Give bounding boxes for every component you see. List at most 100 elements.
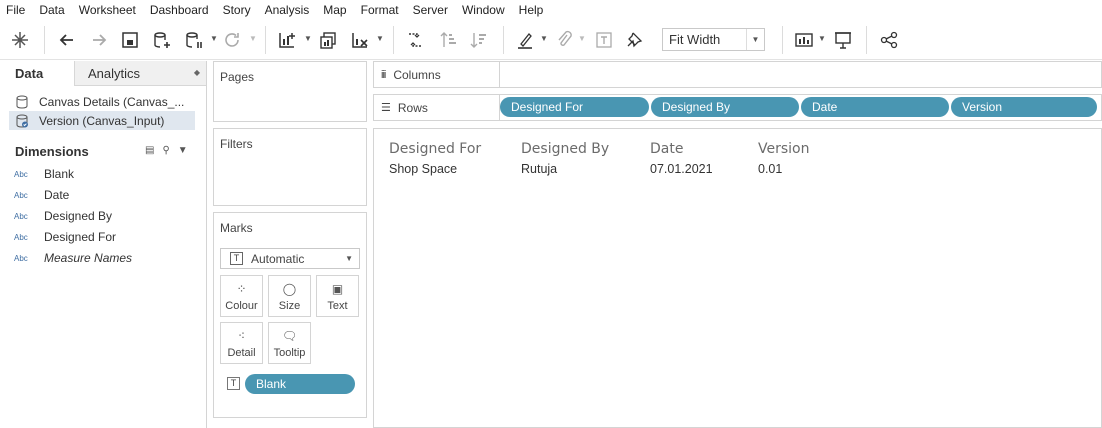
menu-format[interactable]: Format: [361, 0, 399, 20]
tooltip-icon: 🗨: [281, 329, 298, 343]
menu-dashboard[interactable]: Dashboard: [150, 0, 209, 20]
clear-sheet-icon[interactable]: [348, 28, 372, 52]
chevron-down-icon[interactable]: ▼: [178, 145, 188, 156]
sort-descending-icon[interactable]: [467, 28, 491, 52]
undo-icon[interactable]: [55, 28, 79, 52]
chevron-down-icon[interactable]: ▼: [376, 34, 384, 43]
swap-icon[interactable]: [403, 28, 427, 52]
columns-icon: iii: [381, 68, 386, 81]
detail-icon: ⁖: [237, 329, 246, 343]
save-icon[interactable]: [118, 28, 142, 52]
tab-data[interactable]: Data: [0, 61, 74, 86]
chevron-down-icon[interactable]: ▼: [304, 34, 312, 43]
marks-title: Marks: [220, 221, 253, 235]
string-type-icon: Abc: [14, 190, 28, 200]
filters-title: Filters: [220, 137, 253, 151]
data-pane-tabs: Data Analytics ◆: [0, 61, 206, 86]
tableau-logo-icon[interactable]: [8, 28, 32, 52]
field-measure-names[interactable]: Abc Measure Names: [14, 248, 132, 268]
group-icon[interactable]: [552, 28, 576, 52]
row-pill-designed-for[interactable]: Designed For: [500, 97, 649, 117]
text-mark-icon: T: [230, 252, 243, 265]
table-cell[interactable]: 0.01: [758, 162, 782, 176]
colour-icon: ⁘: [236, 282, 247, 296]
pages-card[interactable]: Pages: [213, 61, 367, 122]
menu-server[interactable]: Server: [413, 0, 448, 20]
refresh-icon[interactable]: [220, 28, 244, 52]
chevron-down-icon[interactable]: ▼: [210, 34, 218, 43]
menu-analysis[interactable]: Analysis: [265, 0, 310, 20]
table-cell[interactable]: Rutuja: [521, 162, 557, 176]
menu-window[interactable]: Window: [462, 0, 505, 20]
menu-worksheet[interactable]: Worksheet: [79, 0, 136, 20]
sort-ascending-icon[interactable]: [437, 28, 461, 52]
row-pill-date[interactable]: Date: [801, 97, 949, 117]
labels-icon[interactable]: [592, 28, 616, 52]
pages-title: Pages: [220, 70, 255, 84]
menu-file[interactable]: File: [6, 0, 25, 20]
column-header[interactable]: Designed For: [389, 141, 481, 157]
filters-card[interactable]: Filters: [213, 128, 367, 206]
view-cards-icon[interactable]: ▤: [145, 145, 154, 156]
datasource-label: Version (Canvas_Input): [39, 113, 165, 128]
menu-story[interactable]: Story: [223, 0, 251, 20]
datasource-version[interactable]: Version (Canvas_Input): [9, 111, 195, 130]
redo-icon[interactable]: [87, 28, 111, 52]
presentation-icon[interactable]: [831, 28, 855, 52]
row-pill-designed-by[interactable]: Designed By: [651, 97, 799, 117]
pin-icon[interactable]: [622, 28, 646, 52]
field-blank[interactable]: Abc Blank: [14, 164, 74, 184]
field-designed-by[interactable]: Abc Designed By: [14, 206, 112, 226]
text-mark-icon: T: [227, 377, 240, 390]
detail-button[interactable]: ⁖ Detail: [220, 322, 263, 364]
size-button[interactable]: ◯ Size: [268, 275, 311, 317]
field-designed-for[interactable]: Abc Designed For: [14, 227, 116, 247]
column-header[interactable]: Version: [758, 141, 809, 157]
dimensions-tools: ▤ ⚲ ▼: [145, 145, 188, 156]
mark-type-select[interactable]: T Automatic ▼: [220, 248, 360, 269]
chevron-down-icon[interactable]: ▼: [249, 34, 257, 43]
blank-pill[interactable]: Blank: [245, 374, 355, 394]
fit-select[interactable]: Fit Width ▼: [662, 28, 765, 51]
chevron-down-icon[interactable]: ▼: [540, 34, 548, 43]
columns-shelf[interactable]: iii Columns: [373, 61, 1102, 88]
new-worksheet-icon[interactable]: [275, 28, 299, 52]
tab-analytics-label: Analytics: [88, 66, 141, 81]
field-label: Date: [44, 188, 70, 202]
field-date[interactable]: Abc Date: [14, 185, 69, 205]
text-button[interactable]: ▣ Text: [316, 275, 359, 317]
highlight-icon[interactable]: [513, 28, 537, 52]
colour-label: Colour: [225, 300, 258, 312]
column-header[interactable]: Designed By: [521, 141, 609, 157]
data-pane: Data Analytics ◆ Canvas Details (Canvas_…: [0, 61, 207, 428]
menu-data[interactable]: Data: [39, 0, 64, 20]
database-check-icon: [16, 114, 28, 128]
pause-updates-icon[interactable]: [182, 28, 206, 52]
chevron-down-icon[interactable]: ▼: [578, 34, 586, 43]
tooltip-button[interactable]: 🗨 Tooltip: [268, 322, 311, 364]
tooltip-label: Tooltip: [273, 347, 306, 359]
rows-label: Rows: [397, 100, 428, 115]
mark-type-value: Automatic: [251, 251, 305, 266]
new-datasource-icon[interactable]: [150, 28, 174, 52]
column-header[interactable]: Date: [650, 141, 683, 157]
field-label: Designed For: [44, 230, 117, 244]
field-label: Blank: [44, 167, 75, 181]
datasource-canvas-details[interactable]: Canvas Details (Canvas_...: [9, 92, 195, 111]
tab-analytics[interactable]: Analytics ◆: [74, 61, 206, 86]
row-pill-version[interactable]: Version: [951, 97, 1097, 117]
menu-help[interactable]: Help: [519, 0, 544, 20]
colour-button[interactable]: ⁘ Colour: [220, 275, 263, 317]
chevron-down-icon[interactable]: ▼: [818, 34, 826, 43]
rows-label-box: ☰ Rows: [374, 95, 500, 120]
show-me-icon[interactable]: [792, 28, 816, 52]
menu-map[interactable]: Map: [323, 0, 346, 20]
string-type-icon: Abc: [14, 232, 28, 242]
table-cell[interactable]: 07.01.2021: [650, 162, 713, 176]
duplicate-sheet-icon[interactable]: [316, 28, 340, 52]
search-icon[interactable]: ⚲: [162, 145, 169, 156]
table-cell[interactable]: Shop Space: [389, 162, 457, 176]
chevron-down-icon: ▼: [746, 29, 764, 50]
share-icon[interactable]: [877, 28, 901, 52]
dimensions-header: Dimensions: [15, 144, 89, 159]
